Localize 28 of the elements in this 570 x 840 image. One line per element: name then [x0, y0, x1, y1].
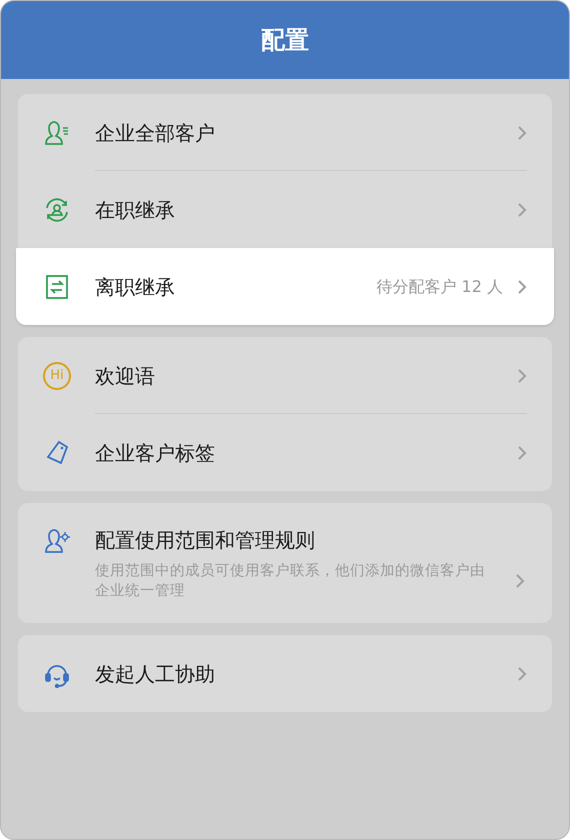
item-label: 发起人工协助	[95, 660, 216, 688]
chevron-icon	[515, 573, 525, 589]
transfer-icon	[43, 272, 71, 300]
settings-item[interactable]: 企业客户标签	[18, 414, 552, 491]
item-label: 离职继承	[95, 274, 176, 300]
chevron-icon	[517, 444, 527, 460]
person-gear-icon	[43, 527, 71, 555]
item-description: 使用范围中的成员可使用客户联系，他们添加的微信客户由企业统一管理	[95, 562, 486, 601]
item-label: 企业全部客户	[95, 120, 216, 146]
chevron-icon	[517, 368, 527, 384]
item-label: 欢迎语	[95, 362, 156, 390]
settings-item[interactable]: 配置使用范围和管理规则 使用范围中的成员可使用客户联系，他们添加的微信客户由企业统一管理	[18, 503, 552, 623]
settings-item[interactable]: 发起人工协助	[18, 635, 552, 712]
settings-item[interactable]: 企业全部客户	[18, 94, 552, 171]
person-list-icon	[43, 118, 71, 146]
chevron-icon	[517, 666, 527, 682]
settings-item[interactable]: 离职继承 待分配客户 12 人	[16, 248, 554, 325]
hi-icon: Hi	[43, 362, 71, 390]
page-title: 配置	[261, 25, 309, 56]
chevron-icon	[517, 124, 527, 140]
settings-item[interactable]: Hi 欢迎语	[18, 337, 552, 414]
chevron-icon	[517, 278, 527, 294]
item-label: 企业客户标签	[95, 440, 216, 466]
chevron-icon	[517, 202, 527, 218]
item-label: 在职继承	[95, 196, 176, 224]
item-label: 配置使用范围和管理规则	[95, 527, 316, 554]
person-cycle-icon	[43, 196, 71, 224]
item-hint: 待分配客户 12 人	[376, 276, 503, 298]
